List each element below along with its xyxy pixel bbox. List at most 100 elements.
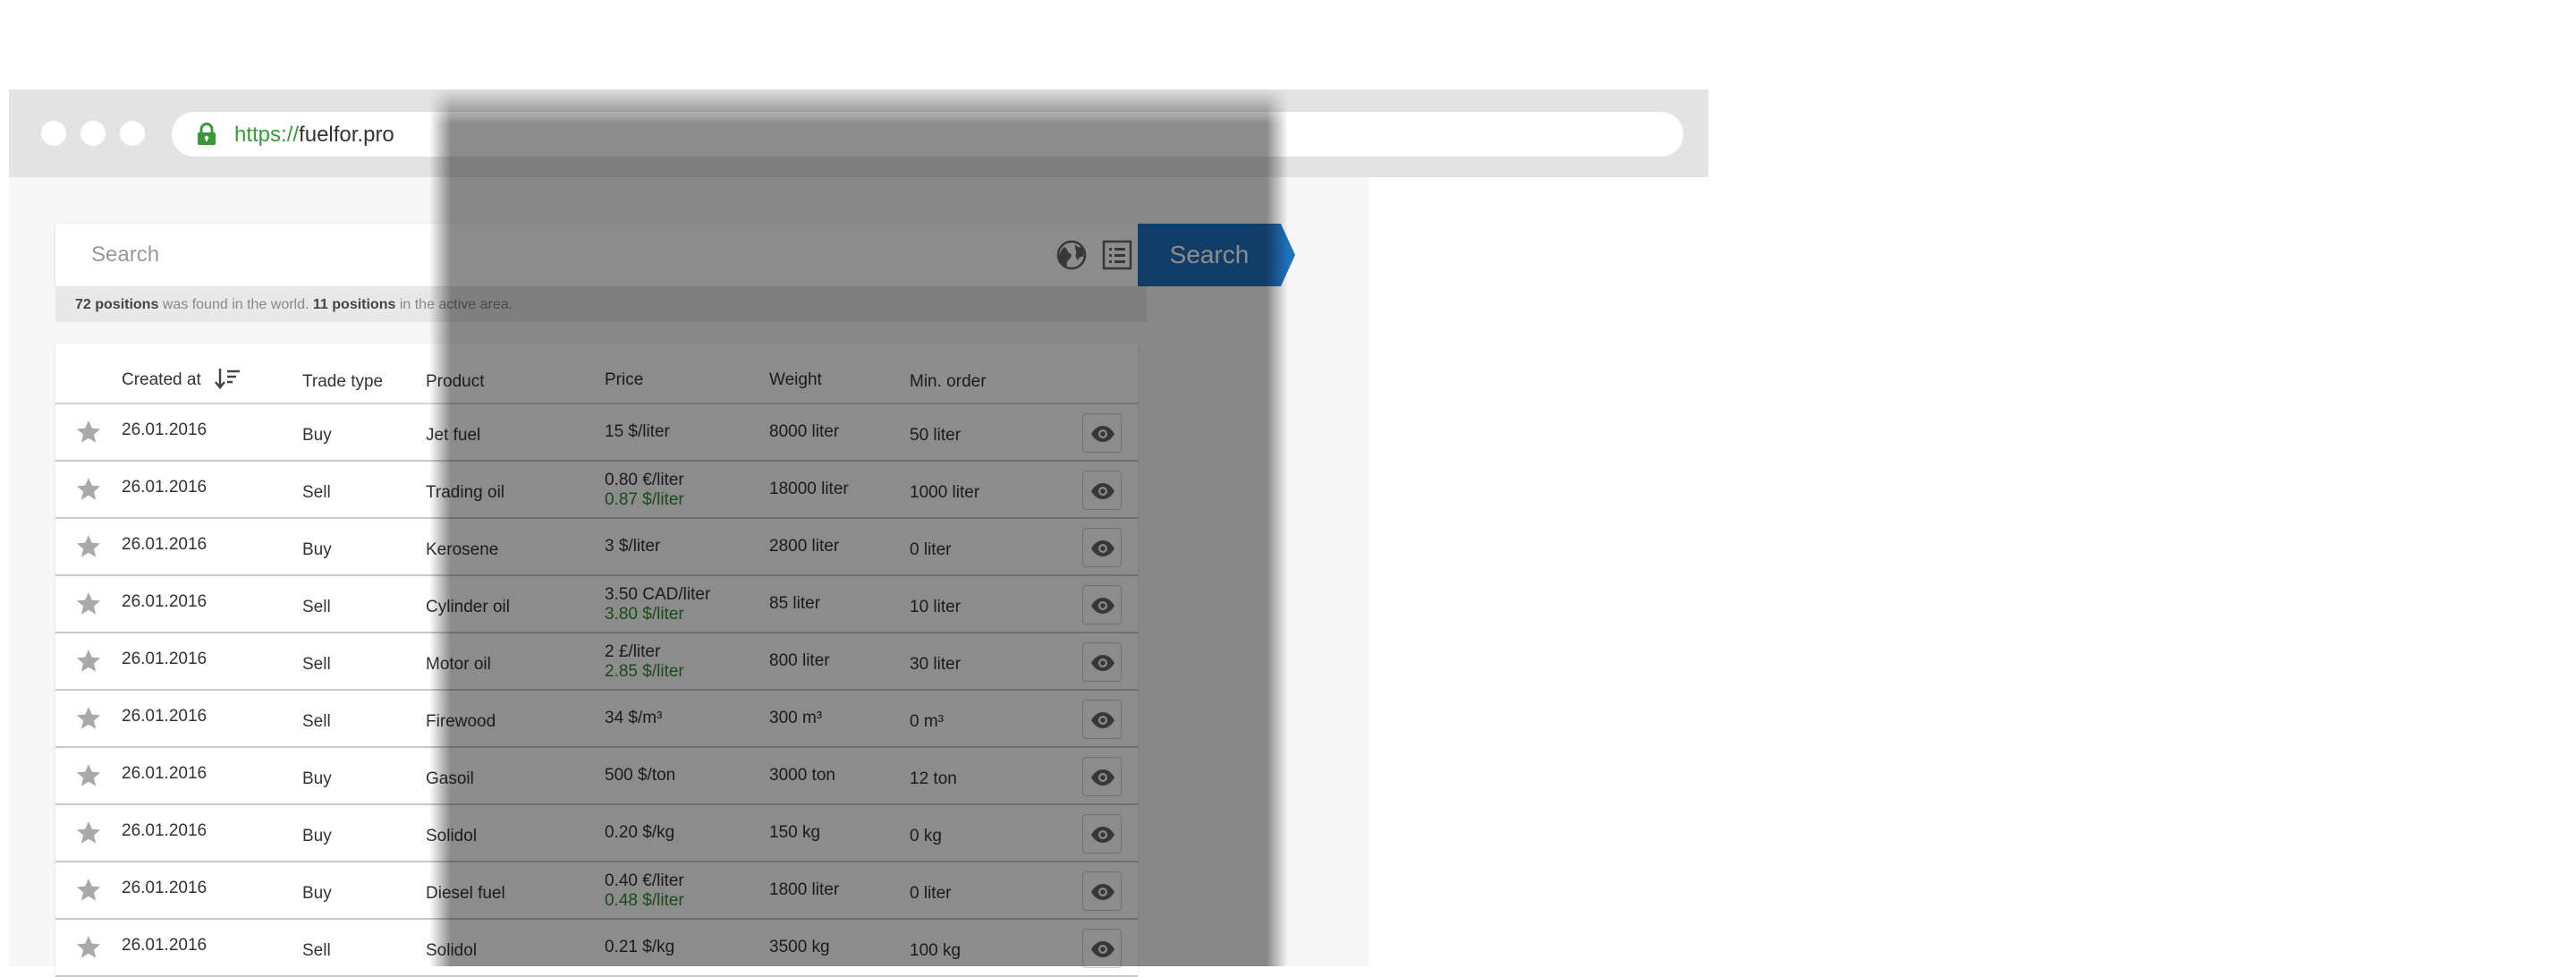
world-count: 72 positions [75, 297, 159, 312]
star-icon[interactable] [75, 877, 102, 904]
view-button[interactable] [1082, 757, 1122, 796]
cell-min-order: 1000 liter [910, 483, 980, 502]
cell-trade-type: Buy [302, 884, 332, 903]
cell-product: Cylinder oil [426, 598, 510, 616]
cell-product: Solidol [426, 827, 478, 845]
cell-product: Jet fuel [426, 426, 481, 445]
header-created-at[interactable]: Created at [122, 370, 201, 390]
view-button[interactable] [1082, 700, 1122, 739]
cell-min-order: 50 liter [910, 426, 962, 445]
table-row[interactable]: 26.01.2016 Buy Solidol 0.20 $/kg 150 kg 0 kg [55, 805, 1138, 862]
table-row[interactable]: 26.01.2016 Buy Jet fuel 15 $/liter 8000 lite… [55, 404, 1138, 462]
cell-created-at: 26.01.2016 [122, 821, 208, 840]
star-icon[interactable] [75, 476, 102, 503]
cell-trade-type: Sell [302, 483, 331, 502]
view-button[interactable] [1082, 814, 1122, 854]
cell-trade-type: Buy [302, 827, 332, 845]
star-icon[interactable] [75, 705, 102, 732]
cell-product: Diesel fuel [426, 884, 505, 903]
view-button[interactable] [1082, 585, 1122, 624]
cell-product: Kerosene [426, 540, 499, 559]
list-icon[interactable] [1102, 240, 1132, 270]
cell-price: 2 £/liter [605, 642, 661, 661]
view-button[interactable] [1082, 471, 1122, 510]
window-close-dot[interactable] [41, 121, 66, 146]
cell-created-at: 26.01.2016 [122, 707, 208, 726]
view-button[interactable] [1082, 413, 1122, 453]
star-icon[interactable] [75, 419, 102, 446]
table-row[interactable]: 26.01.2016 Buy Gasoil 500 $/ton 3000 ton 12 t… [55, 748, 1138, 805]
cell-min-order: 0 kg [910, 827, 942, 845]
table-header: Created at Trade type Product Price Weig… [55, 344, 1138, 404]
cell-min-order: 0 liter [910, 540, 952, 559]
star-icon[interactable] [75, 820, 102, 846]
star-icon[interactable] [75, 590, 102, 617]
window-maximize-dot[interactable] [120, 121, 145, 146]
url-text: https://fuelfor.pro [234, 123, 394, 148]
cell-price: 500 $/ton [605, 766, 676, 785]
table-body: 26.01.2016 Buy Jet fuel 15 $/liter 8000 lite… [55, 404, 1138, 977]
window-minimize-dot[interactable] [80, 121, 106, 146]
cell-created-at: 26.01.2016 [122, 535, 208, 554]
cell-weight: 3500 kg [769, 938, 830, 956]
header-product[interactable]: Product [426, 372, 484, 392]
header-min-order[interactable]: Min. order [910, 372, 987, 392]
cell-trade-type: Sell [302, 712, 331, 731]
view-button[interactable] [1082, 528, 1122, 567]
view-button[interactable] [1082, 871, 1122, 911]
view-button[interactable] [1082, 929, 1122, 968]
header-weight[interactable]: Weight [769, 370, 822, 390]
search-input[interactable] [55, 224, 1039, 286]
cell-created-at: 26.01.2016 [122, 650, 208, 668]
table-row[interactable]: 26.01.2016 Sell Trading oil 0.80 €/liter 0.8… [55, 462, 1138, 519]
cell-trade-type: Buy [302, 769, 332, 788]
table-row[interactable]: 26.01.2016 Sell Solidol 0.21 $/kg 3500 kg 100… [55, 920, 1138, 977]
cell-weight: 800 liter [769, 651, 830, 670]
search-bar [55, 224, 1147, 286]
cell-price-converted: 2.85 $/liter [605, 662, 684, 681]
cell-price: 0.80 €/liter [605, 471, 684, 489]
search-button[interactable]: Search [1138, 224, 1295, 286]
cell-product: Solidol [426, 941, 478, 960]
cell-price-converted: 0.48 $/liter [605, 891, 684, 910]
header-trade-type[interactable]: Trade type [302, 372, 383, 392]
results-summary: 72 positions was found in the world. 11 … [55, 288, 1147, 322]
table-row[interactable]: 26.01.2016 Sell Firewood 34 $/m³ 300 m³ 0 m³ [55, 691, 1138, 748]
browser-toolbar: https://fuelfor.pro [9, 89, 1708, 177]
cell-trade-type: Sell [302, 598, 331, 616]
cell-created-at: 26.01.2016 [122, 478, 208, 497]
view-button[interactable] [1082, 642, 1122, 682]
table-row[interactable]: 26.01.2016 Sell Motor oil 2 £/liter 2.85 $/l… [55, 633, 1138, 691]
cell-created-at: 26.01.2016 [122, 879, 208, 897]
star-icon[interactable] [75, 648, 102, 675]
search-button-label: Search [1169, 241, 1250, 268]
cell-price: 3.50 CAD/liter [605, 585, 711, 604]
cell-weight: 18000 liter [769, 480, 849, 498]
cell-weight: 3000 ton [769, 766, 835, 785]
address-bar[interactable]: https://fuelfor.pro [172, 112, 1683, 157]
cell-product: Trading oil [426, 483, 505, 502]
cell-weight: 150 kg [769, 823, 821, 842]
cell-price: 3 $/liter [605, 537, 661, 556]
table-row[interactable]: 26.01.2016 Buy Kerosene 3 $/liter 2800 liter… [55, 519, 1138, 576]
star-icon[interactable] [75, 533, 102, 560]
cell-min-order: 12 ton [910, 769, 957, 788]
sort-descending-icon[interactable] [215, 367, 242, 390]
cell-min-order: 30 liter [910, 655, 962, 674]
cell-weight: 8000 liter [769, 422, 840, 441]
globe-icon[interactable] [1055, 239, 1088, 271]
offers-table: Created at Trade type Product Price Weig… [55, 344, 1138, 977]
cell-price: 0.40 €/liter [605, 871, 684, 890]
cell-created-at: 26.01.2016 [122, 936, 208, 955]
table-row[interactable]: 26.01.2016 Sell Cylinder oil 3.50 CAD/liter… [55, 576, 1138, 633]
header-price[interactable]: Price [605, 370, 643, 390]
cell-price: 15 $/liter [605, 422, 670, 441]
cell-weight: 1800 liter [769, 880, 840, 899]
star-icon[interactable] [75, 934, 102, 961]
lock-icon [198, 123, 216, 145]
table-row[interactable]: 26.01.2016 Buy Diesel fuel 0.40 €/liter 0.48… [55, 862, 1138, 920]
cell-trade-type: Sell [302, 655, 331, 674]
star-icon[interactable] [75, 762, 102, 789]
cell-trade-type: Buy [302, 540, 332, 559]
cell-created-at: 26.01.2016 [122, 421, 208, 439]
